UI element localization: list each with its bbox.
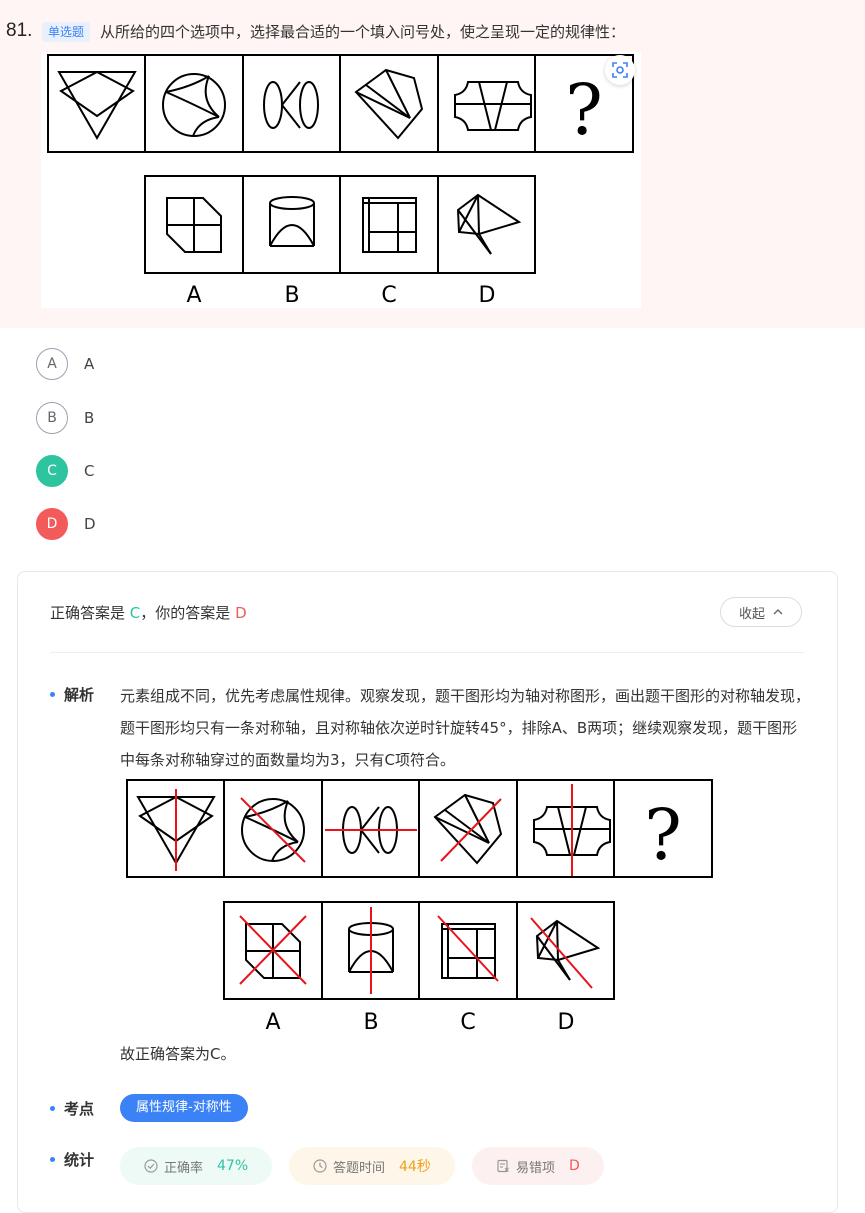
stats-label: 统计 xyxy=(64,1151,95,1169)
analysis-figure[interactable]: ? A B C D xyxy=(120,775,720,1037)
option-row-d[interactable]: D D xyxy=(36,508,96,540)
stat-error-prone: 易错项 D xyxy=(472,1147,604,1185)
option-row-c[interactable]: C C xyxy=(36,455,94,487)
option-row-b[interactable]: B B xyxy=(36,402,94,434)
divider xyxy=(50,652,804,653)
answer-separator: ，你的答案是 xyxy=(140,604,231,622)
option-figure-c xyxy=(362,197,417,253)
analysis-figure-svg: ? A B C D xyxy=(126,779,713,1035)
stat-accuracy-value: 47% xyxy=(217,1158,249,1174)
clock-icon xyxy=(313,1159,327,1173)
analysis-stem-figure-4 xyxy=(433,793,503,865)
collapse-button[interactable]: 收起 xyxy=(720,597,802,627)
analysis-label: 解析 xyxy=(64,686,95,704)
analysis-conclusion: 故正确答案为C。 xyxy=(120,1045,236,1063)
question-text: 从所给的四个选项中，选择最合适的一个填入问号处，使之呈现一定的规律性： xyxy=(100,23,626,41)
option-letter-b: B xyxy=(284,283,299,308)
option-letter-d: D xyxy=(479,283,496,308)
option-row-a[interactable]: A A xyxy=(36,348,94,380)
option-circle-a[interactable]: A xyxy=(36,348,68,380)
question-figure-svg: ? A B C D xyxy=(47,54,634,308)
correct-answer: C xyxy=(129,604,141,622)
question-type-badge: 单选题 xyxy=(42,22,91,42)
option-figure-d xyxy=(456,193,522,255)
stem-question-mark: ? xyxy=(565,69,603,151)
chevron-up-icon xyxy=(773,609,783,615)
bullet-dot xyxy=(50,692,55,697)
your-answer: D xyxy=(235,604,247,622)
stem-figure-5 xyxy=(454,81,532,131)
analysis-question-mark: ? xyxy=(644,794,682,876)
image-zoom-button[interactable] xyxy=(605,55,635,85)
analysis-text: 元素组成不同，优先考虑属性规律。观察发现，题干图形均为轴对称图形，画出题干图形的… xyxy=(120,687,811,769)
answer-summary: 正确答案是 C，你的答案是 D xyxy=(50,602,247,623)
option-label-b: B xyxy=(84,409,95,427)
stem-figure-4 xyxy=(354,68,424,140)
symmetry-axes xyxy=(175,784,593,994)
option-label-d: D xyxy=(84,515,96,533)
analysis-option-letter-a: A xyxy=(265,1010,280,1035)
option-letter-c: C xyxy=(381,283,396,308)
stem-figure-1 xyxy=(57,70,137,141)
collapse-label: 收起 xyxy=(738,606,765,622)
stem-figure-2 xyxy=(162,73,226,137)
question-area: 81. 单选题 从所给的四个选项中，选择最合适的一个填入问号处，使之呈现一定的规… xyxy=(0,0,865,328)
knowledge-point-heading: 考点 xyxy=(50,1098,94,1119)
option-figure-b xyxy=(269,196,315,247)
option-figure-a xyxy=(166,197,222,253)
stat-accuracy: 正确率 47% xyxy=(120,1147,273,1185)
stat-time-label: 答题时间 xyxy=(333,1160,386,1176)
option-label-a: A xyxy=(84,355,95,373)
stem-figure-3 xyxy=(263,81,319,129)
question-number: 81. xyxy=(6,20,33,41)
analysis-heading: 解析 xyxy=(50,684,94,705)
zoom-scan-icon xyxy=(612,62,628,78)
option-letter-a: A xyxy=(186,283,201,308)
bullet-dot xyxy=(50,1106,55,1111)
question-figure[interactable]: ? A B C D xyxy=(41,52,641,308)
bullet-dot xyxy=(50,1157,55,1162)
stats-heading: 统计 xyxy=(50,1149,94,1170)
stat-time-value: 44秒 xyxy=(399,1159,431,1175)
stat-time: 答题时间 44秒 xyxy=(289,1147,455,1185)
stat-error-prone-label: 易错项 xyxy=(516,1160,556,1176)
analysis-option-letter-b: B xyxy=(363,1010,378,1035)
knowledge-point-label: 考点 xyxy=(64,1100,95,1118)
analysis-option-letter-c: C xyxy=(460,1010,475,1035)
option-circle-d[interactable]: D xyxy=(36,508,68,540)
stat-accuracy-label: 正确率 xyxy=(164,1160,204,1176)
knowledge-point-tag[interactable]: 属性规律-对称性 xyxy=(120,1094,248,1122)
option-label-c: C xyxy=(84,462,95,480)
option-circle-c[interactable]: C xyxy=(36,455,68,487)
analysis-option-figure-d xyxy=(535,919,601,981)
stat-error-prone-value: D xyxy=(569,1158,580,1174)
check-circle-icon xyxy=(144,1159,158,1173)
answer-prefix: 正确答案是 xyxy=(50,604,126,622)
analysis-option-letter-d: D xyxy=(558,1010,575,1035)
error-book-icon xyxy=(497,1159,509,1173)
option-circle-b[interactable]: B xyxy=(36,402,68,434)
